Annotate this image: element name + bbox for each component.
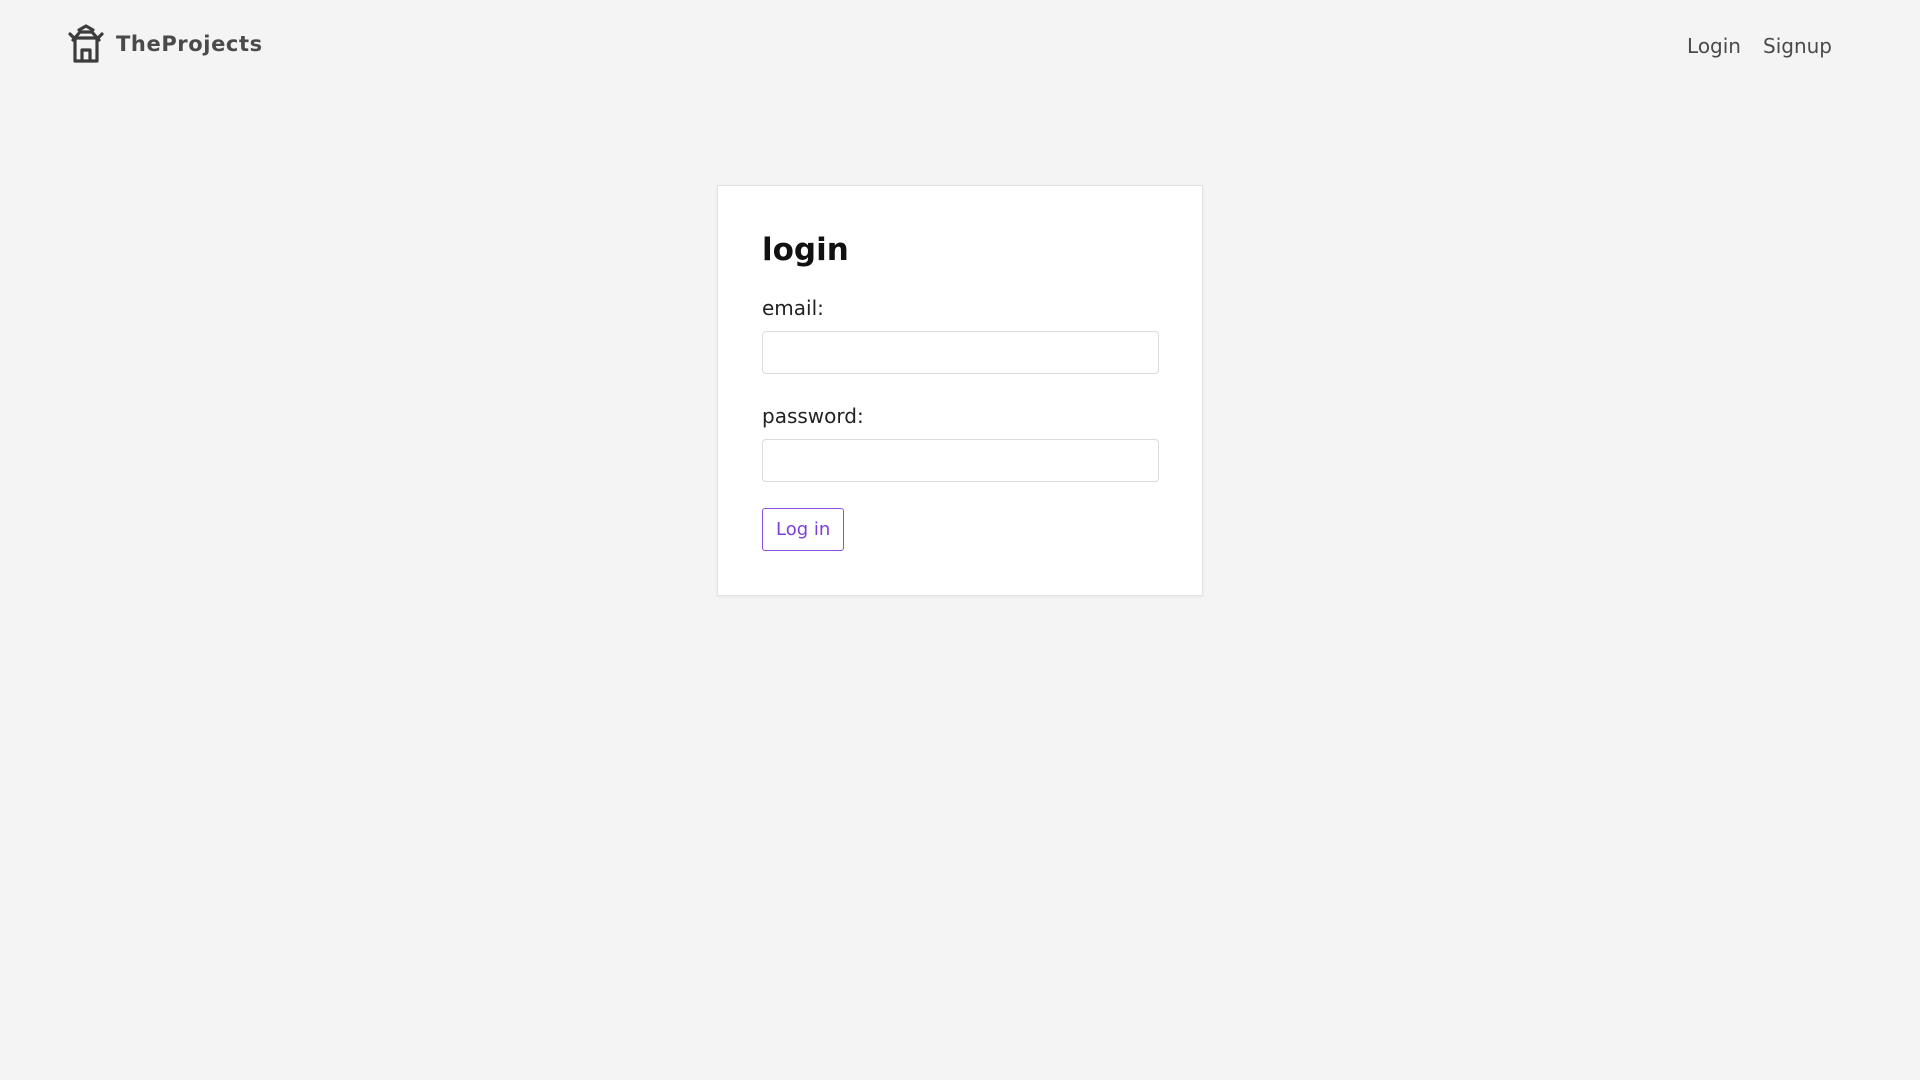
brand-link[interactable]: TheProjects [66, 24, 263, 64]
page-title: login [762, 232, 849, 268]
email-label: email: [762, 296, 824, 320]
password-field[interactable] [762, 439, 1159, 482]
shrine-icon [66, 24, 106, 64]
nav-links: Login Signup [1687, 34, 1832, 58]
email-field[interactable] [762, 331, 1159, 374]
login-button[interactable]: Log in [762, 508, 845, 551]
login-card: login email: password: Log in [717, 185, 1203, 596]
navbar: TheProjects Login Signup [0, 0, 1920, 96]
nav-login-link[interactable]: Login [1687, 34, 1741, 58]
password-label: password: [762, 404, 864, 428]
nav-signup-link[interactable]: Signup [1763, 34, 1832, 58]
brand-name: TheProjects [116, 32, 263, 56]
